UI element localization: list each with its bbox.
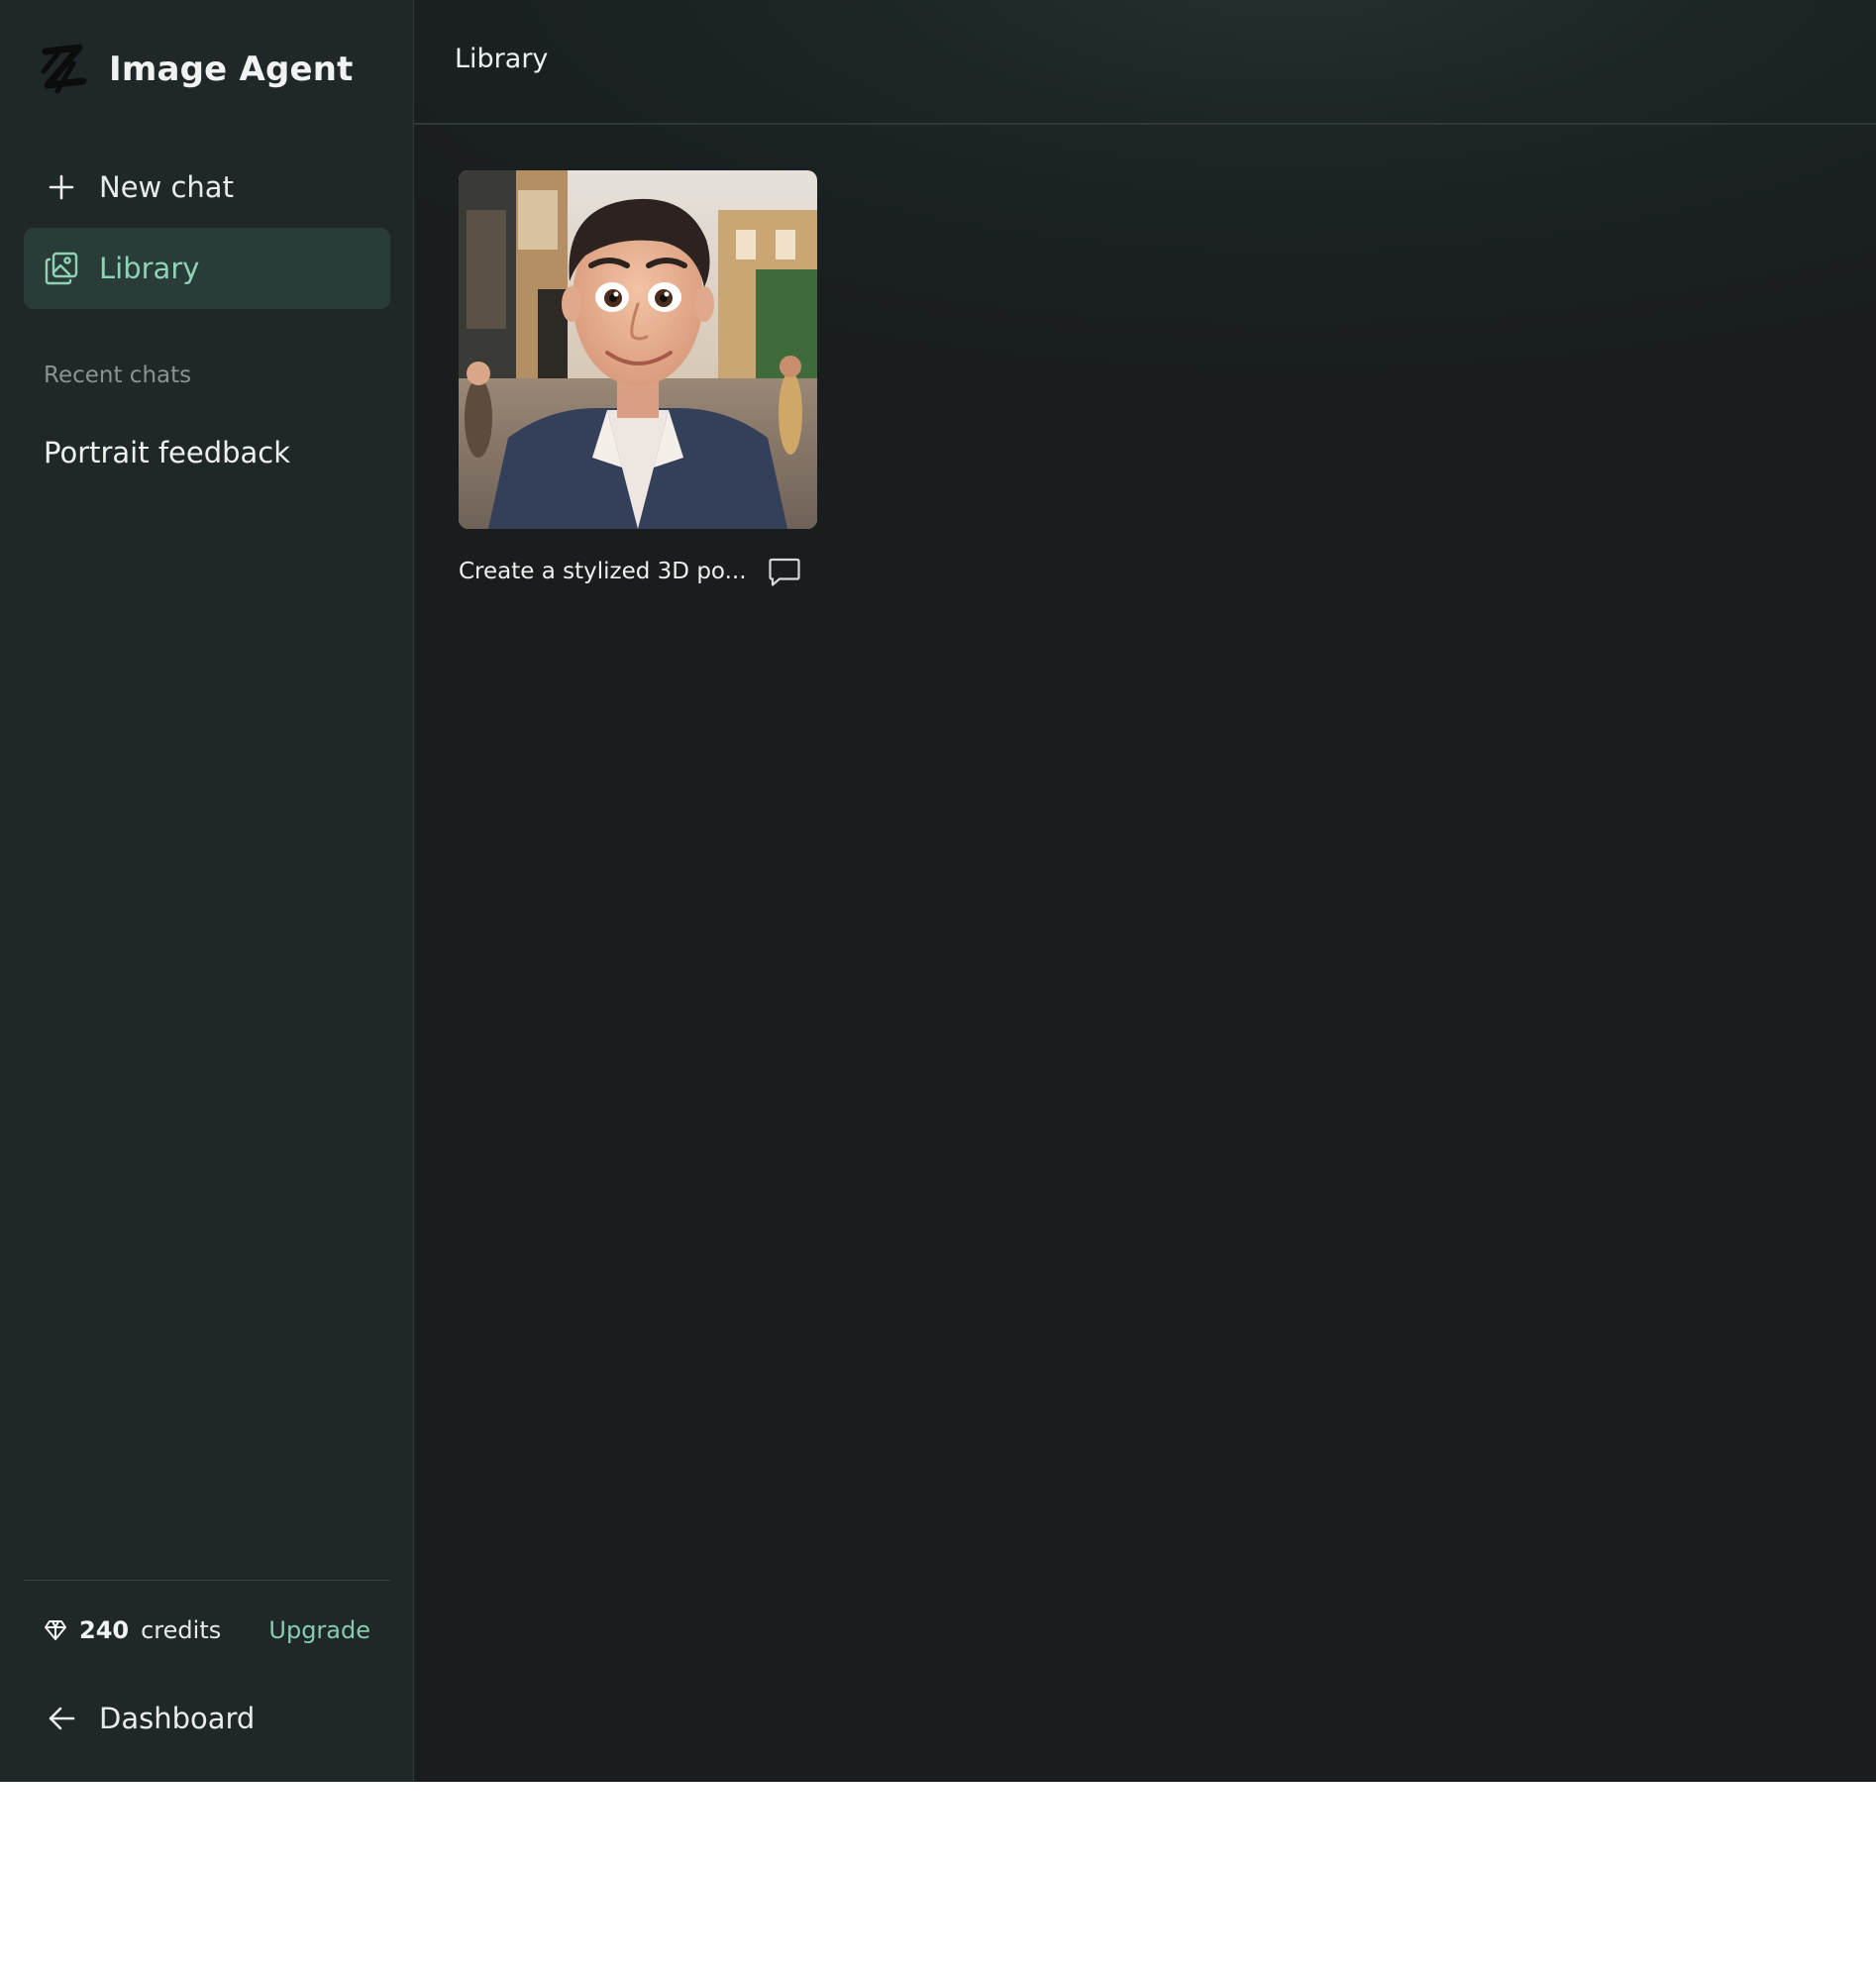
app-window: Image Agent New chat Library Recent chat…	[0, 0, 1876, 1782]
app-name: Image Agent	[109, 50, 354, 89]
new-chat-button[interactable]: New chat	[24, 147, 390, 228]
main-header: Library	[414, 0, 1876, 125]
library-label: Library	[99, 252, 200, 285]
dashboard-label: Dashboard	[99, 1702, 256, 1735]
chat-bubble-icon[interactable]	[768, 555, 801, 588]
credits-count: 240	[79, 1616, 130, 1644]
library-card[interactable]: Create a stylized 3D po...	[459, 170, 817, 588]
recent-chats-heading: Recent chats	[44, 363, 192, 388]
recent-chat-item[interactable]: Portrait feedback	[44, 436, 290, 469]
credits-label: credits	[141, 1616, 222, 1644]
main-content: Library Create a stylized 3D po...	[414, 0, 1876, 1782]
sidebar: Image Agent New chat Library Recent chat…	[0, 0, 414, 1782]
new-chat-label: New chat	[99, 170, 234, 204]
brand[interactable]: Image Agent	[40, 42, 354, 97]
card-caption[interactable]: Create a stylized 3D po...	[459, 559, 747, 584]
images-icon	[44, 251, 79, 286]
gem-icon	[45, 1620, 66, 1640]
sidebar-item-library[interactable]: Library	[24, 228, 390, 309]
credits-row: 240 credits Upgrade	[44, 1616, 370, 1644]
page-title: Library	[455, 44, 549, 74]
plus-icon	[44, 169, 79, 205]
upgrade-link[interactable]: Upgrade	[268, 1616, 370, 1644]
sidebar-divider	[24, 1580, 390, 1581]
card-footer: Create a stylized 3D po...	[459, 555, 817, 588]
brush-logo-icon	[41, 44, 87, 94]
library-grid: Create a stylized 3D po...	[459, 170, 817, 588]
library-thumbnail[interactable]	[459, 170, 817, 529]
dashboard-button[interactable]: Dashboard	[24, 1678, 390, 1759]
arrow-left-icon	[44, 1701, 79, 1736]
